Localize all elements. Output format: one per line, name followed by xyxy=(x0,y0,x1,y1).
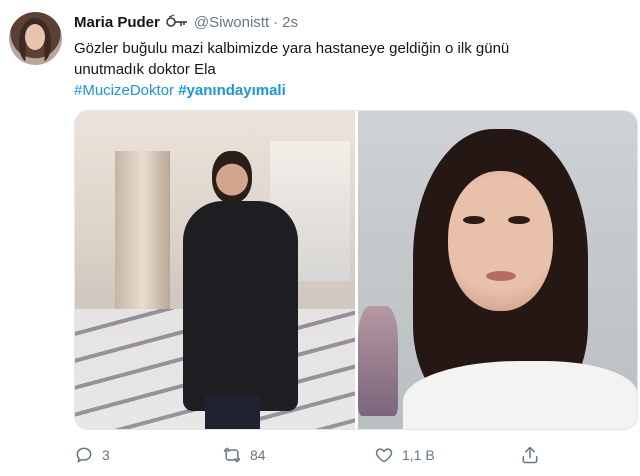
retweet-icon xyxy=(223,447,241,463)
tweet-media[interactable] xyxy=(74,110,638,430)
tweet-text: Gözler buğulu mazi kalbimizde yara hasta… xyxy=(74,38,624,101)
like-button[interactable]: 1,1 B xyxy=(374,440,435,470)
like-count: 1,1 B xyxy=(402,447,435,463)
tweet: Maria Puder @Siwonistt · 2s Gözler buğul… xyxy=(0,0,640,476)
retweet-button[interactable]: 84 xyxy=(222,440,266,470)
tweet-actions: 3 84 1,1 B xyxy=(74,440,636,470)
tweet-header: Maria Puder @Siwonistt · 2s xyxy=(74,12,298,32)
media-photo-right[interactable] xyxy=(358,111,637,429)
author-name[interactable]: Maria Puder xyxy=(74,14,160,31)
tweet-time[interactable]: 2s xyxy=(282,14,298,31)
hashtag-link[interactable]: #yanındayımali xyxy=(178,82,286,99)
tweet-text-line1: Gözler buğulu mazi kalbimizde yara hasta… xyxy=(74,40,510,57)
reply-icon xyxy=(76,447,92,463)
author-handle[interactable]: @Siwonistt xyxy=(194,14,269,31)
retweet-count: 84 xyxy=(250,447,266,463)
share-button[interactable] xyxy=(520,440,548,470)
tweet-hashtags: #MucizeDoktor #yanındayımali xyxy=(74,80,624,101)
media-photo-left[interactable] xyxy=(75,111,355,429)
separator-dot: · xyxy=(273,13,279,31)
avatar[interactable] xyxy=(9,12,62,65)
share-icon xyxy=(522,446,538,464)
hashtag-link[interactable]: #MucizeDoktor xyxy=(74,82,174,99)
reply-count: 3 xyxy=(102,447,110,463)
tweet-text-line2: unutmadık doktor Ela xyxy=(74,61,216,78)
reply-button[interactable]: 3 xyxy=(74,440,110,470)
key-icon xyxy=(166,14,188,30)
heart-icon xyxy=(375,448,393,463)
